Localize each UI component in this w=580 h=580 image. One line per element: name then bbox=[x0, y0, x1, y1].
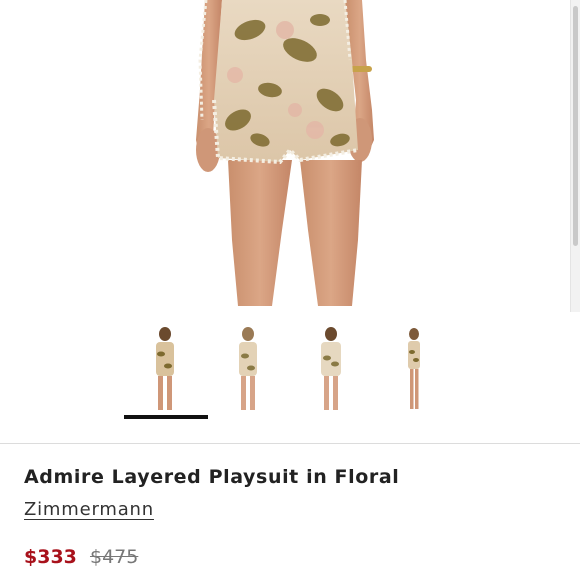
thumbnail-back-view[interactable] bbox=[303, 324, 359, 414]
product-title: Admire Layered Playsuit in Floral bbox=[24, 466, 400, 488]
brand-link[interactable]: Zimmermann bbox=[24, 499, 154, 520]
scrollbar-thumb[interactable] bbox=[573, 6, 578, 246]
thumbnail-front-view[interactable] bbox=[137, 324, 193, 414]
product-page: Admire Layered Playsuit in Floral Zimmer… bbox=[0, 0, 580, 580]
thumbnail-full-length-view[interactable] bbox=[386, 324, 442, 414]
original-price: $475 bbox=[89, 546, 139, 568]
thumbnail-strip bbox=[0, 318, 580, 428]
sale-price: $333 bbox=[24, 546, 77, 568]
selected-thumbnail-indicator bbox=[124, 415, 208, 419]
price-row: $333 $475 bbox=[24, 546, 138, 568]
section-divider bbox=[0, 443, 580, 444]
thumbnail-front-view-2[interactable] bbox=[220, 324, 276, 414]
main-product-image[interactable] bbox=[0, 0, 580, 312]
